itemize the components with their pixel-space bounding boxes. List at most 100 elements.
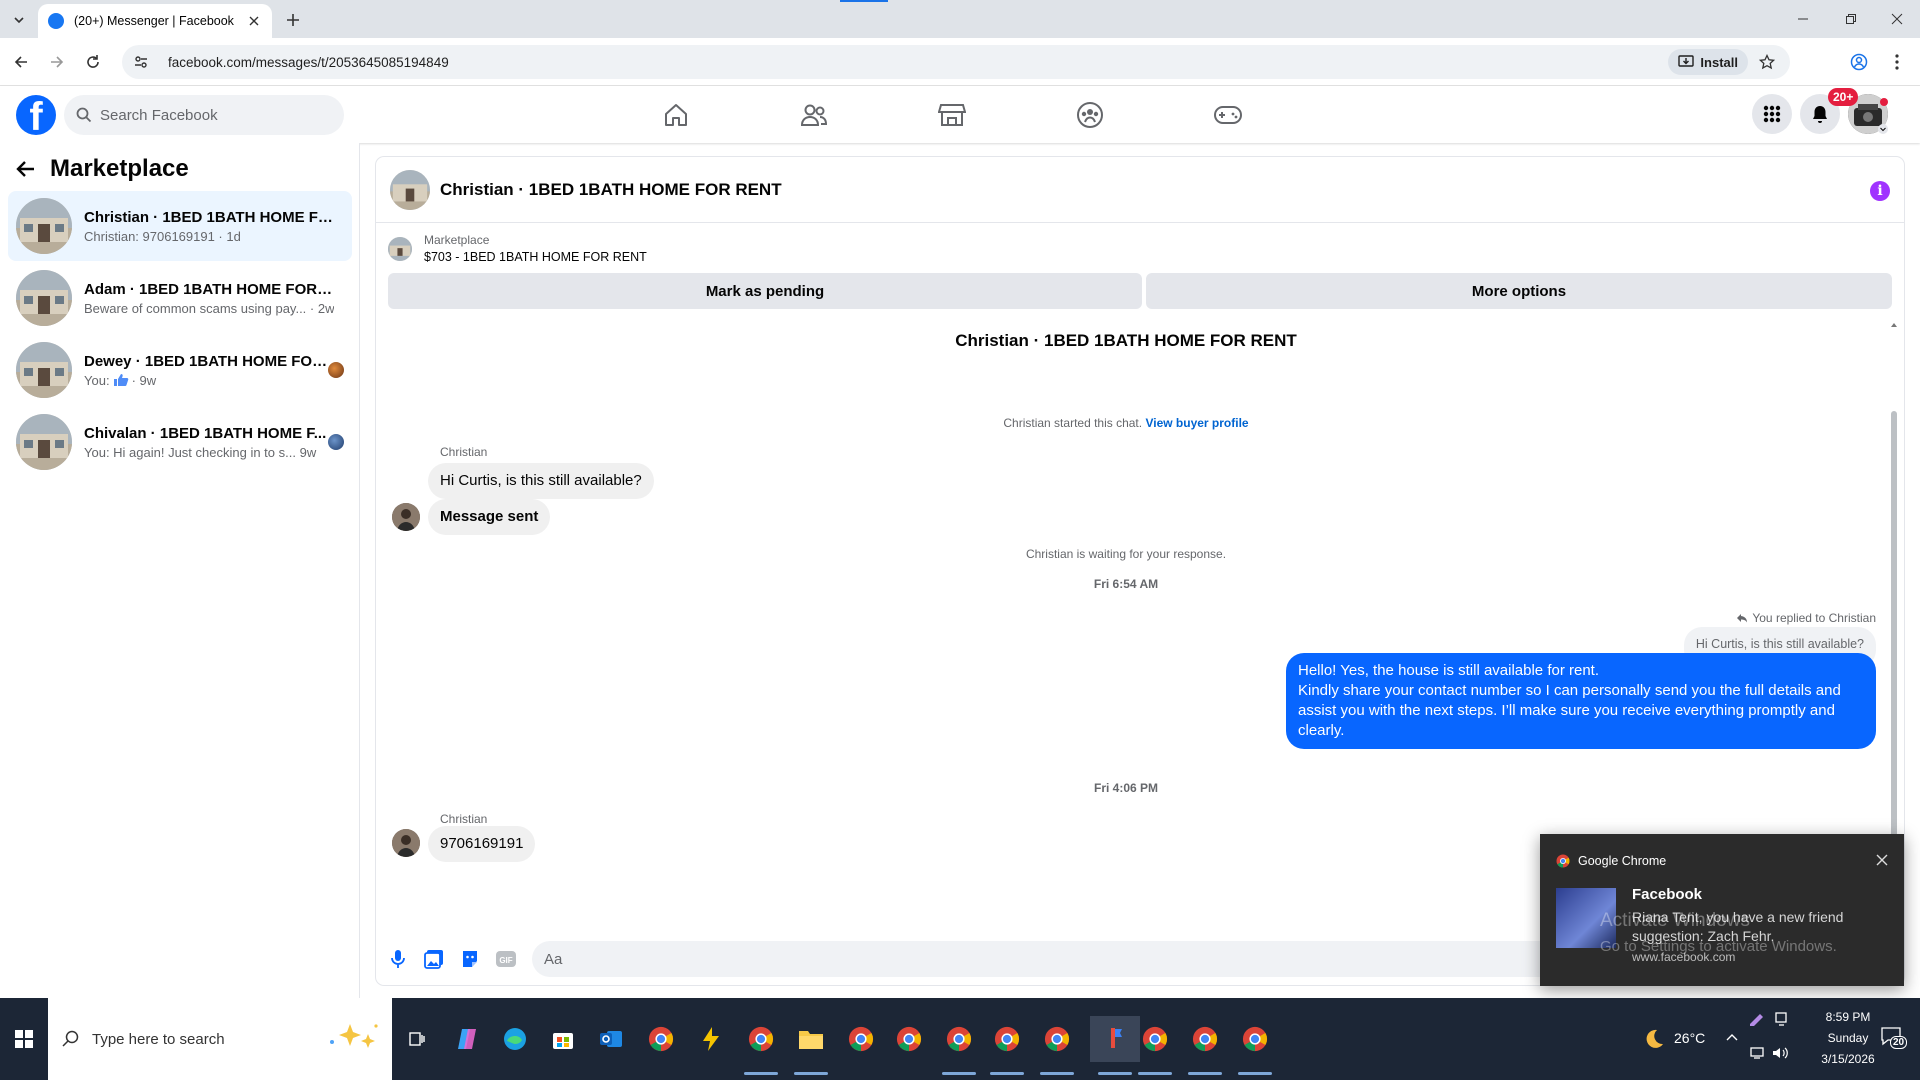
browser-tab-active[interactable]: (20+) Messenger | Facebook [38,4,272,38]
sender-avatar [392,503,420,531]
chrome-window-6[interactable] [1140,1024,1170,1054]
incoming-message[interactable]: Hi Curtis, is this still available? [428,463,654,499]
weather-widget[interactable] [1638,1024,1668,1054]
info-icon[interactable]: i [1870,181,1890,201]
facebook-logo[interactable]: f [16,95,56,135]
start-button[interactable] [0,998,48,1080]
close-tab-icon[interactable] [246,13,262,29]
message-scrollbar[interactable] [1890,321,1898,901]
chrome-window-5[interactable] [1042,1024,1072,1054]
volume-icon[interactable] [1772,1046,1790,1060]
listing-thumbnail [16,198,72,254]
site-info-icon[interactable] [130,51,152,73]
gaming-icon [1214,106,1242,124]
menu-button[interactable] [1752,94,1792,134]
lightning-icon [703,1027,719,1051]
task-view-button[interactable] [402,1024,432,1054]
clock-date: 3/15/2026 [1821,1052,1875,1066]
chrome-icon [648,1026,674,1052]
copilot-app[interactable] [452,1024,482,1054]
chrome-window-4[interactable] [992,1024,1022,1054]
conversation-preview-text: You: Hi again! Just checking in to s... [84,444,296,460]
nav-groups[interactable] [1034,94,1146,136]
chat-started-text: Christian started this chat. [1003,416,1143,430]
address-bar[interactable]: facebook.com/messages/t/2053645085194849… [122,45,1790,79]
friends-icon [800,104,828,126]
incoming-message[interactable]: 9706169191 [428,826,536,862]
device-icon[interactable] [1774,1012,1790,1026]
chrome-window-2[interactable] [894,1024,924,1054]
clock-time[interactable]: 8:59 PM [1808,1010,1888,1024]
back-button[interactable] [10,51,32,73]
tab-search-dropdown[interactable] [8,9,30,31]
back-arrow-icon[interactable] [16,159,36,179]
browser-menu-button[interactable] [1886,51,1908,73]
nav-friends[interactable] [758,94,870,136]
more-options-button[interactable]: More options [1146,273,1892,309]
chrome-icon [1192,1026,1218,1052]
restore-window-button[interactable] [1828,0,1874,38]
sticker-button[interactable] [452,941,488,977]
outlook-icon [600,1031,622,1047]
close-notification-icon[interactable] [1874,852,1890,868]
tray-chevron-up-icon[interactable] [1726,1032,1738,1042]
chrome-app[interactable] [646,1024,676,1054]
tab-title: (20+) Messenger | Facebook [74,14,234,28]
search-icon [76,107,92,123]
notification-title: Facebook [1632,886,1703,903]
pen-icon[interactable] [1748,1012,1766,1026]
install-app-button[interactable]: Install [1668,49,1748,75]
file-explorer-app[interactable] [796,1024,826,1054]
outlook-app[interactable] [596,1024,626,1054]
forward-button[interactable] [46,51,68,73]
notification-center-button[interactable]: 20 [1880,1026,1908,1050]
chat-title[interactable]: Christian · 1BED 1BATH HOME FOR RENT [440,180,782,200]
view-buyer-profile-link[interactable]: View buyer profile [1145,416,1248,430]
profile-button[interactable] [1848,51,1870,73]
taskbar-search-placeholder: Type here to search [92,1030,225,1048]
nav-marketplace[interactable] [896,94,1008,136]
conversation-item-dewey[interactable]: Dewey · 1BED 1BATH HOME FOR... You: · 9w [8,335,352,405]
active-app-window[interactable] [1090,1016,1140,1062]
mark-as-pending-button[interactable]: Mark as pending [388,273,1142,309]
chrome-window-7[interactable] [1190,1024,1220,1054]
nav-gaming[interactable] [1172,94,1284,136]
listing-thumbnail [16,414,72,470]
clock-day: Sunday [1827,1031,1869,1045]
chrome-profile-app[interactable] [746,1024,776,1054]
power-automate-app[interactable] [696,1024,726,1054]
facebook-search-input[interactable]: Search Facebook [64,95,344,135]
chat-started-note: Christian started this chat. View buyer … [376,416,1876,430]
groups-icon [1077,102,1103,128]
incoming-message[interactable]: Message sent [428,499,551,535]
new-tab-button[interactable] [282,9,304,31]
close-window-button[interactable] [1874,0,1920,38]
chat-header: Christian · 1BED 1BATH HOME FOR RENT i [376,157,1904,223]
gif-button[interactable]: GIF [488,941,524,977]
watermark-line-2: Go to Settings to activate Windows. [1600,938,1837,955]
chrome-icon [1556,854,1570,868]
outgoing-message[interactable]: Hello! Yes, the house is still available… [1286,653,1876,749]
chrome-window-8[interactable] [1240,1024,1270,1054]
conversation-item-christian[interactable]: Christian · 1BED 1BATH HOME FOR... Chris… [8,191,352,261]
chrome-window-3[interactable] [944,1024,974,1054]
listing-summary[interactable]: Marketplace $703 - 1BED 1BATH HOME FOR R… [388,233,647,264]
voice-clip-button[interactable] [380,941,416,977]
attach-media-button[interactable] [416,941,452,977]
reply-line: clearly. [1298,722,1345,739]
nav-home[interactable] [620,94,732,136]
edge-app[interactable] [500,1024,530,1054]
chat-header-avatar[interactable] [390,169,430,210]
url-text[interactable]: facebook.com/messages/t/2053645085194849 [168,55,449,70]
minimize-window-button[interactable] [1780,0,1826,38]
chrome-window-1[interactable] [846,1024,876,1054]
taskbar-search-input[interactable]: Type here to search [48,998,392,1080]
notification-app-name: Google Chrome [1578,854,1667,868]
network-icon[interactable] [1750,1046,1768,1060]
conversation-item-chivalan[interactable]: Chivalan · 1BED 1BATH HOME F... You: Hi … [8,407,352,477]
bookmark-star-icon[interactable] [1756,51,1778,73]
listing-thumbnail [16,270,72,326]
conversation-item-adam[interactable]: Adam · 1BED 1BATH HOME FOR RE... Beware … [8,263,352,333]
store-app[interactable] [548,1024,578,1054]
reload-button[interactable] [82,51,104,73]
